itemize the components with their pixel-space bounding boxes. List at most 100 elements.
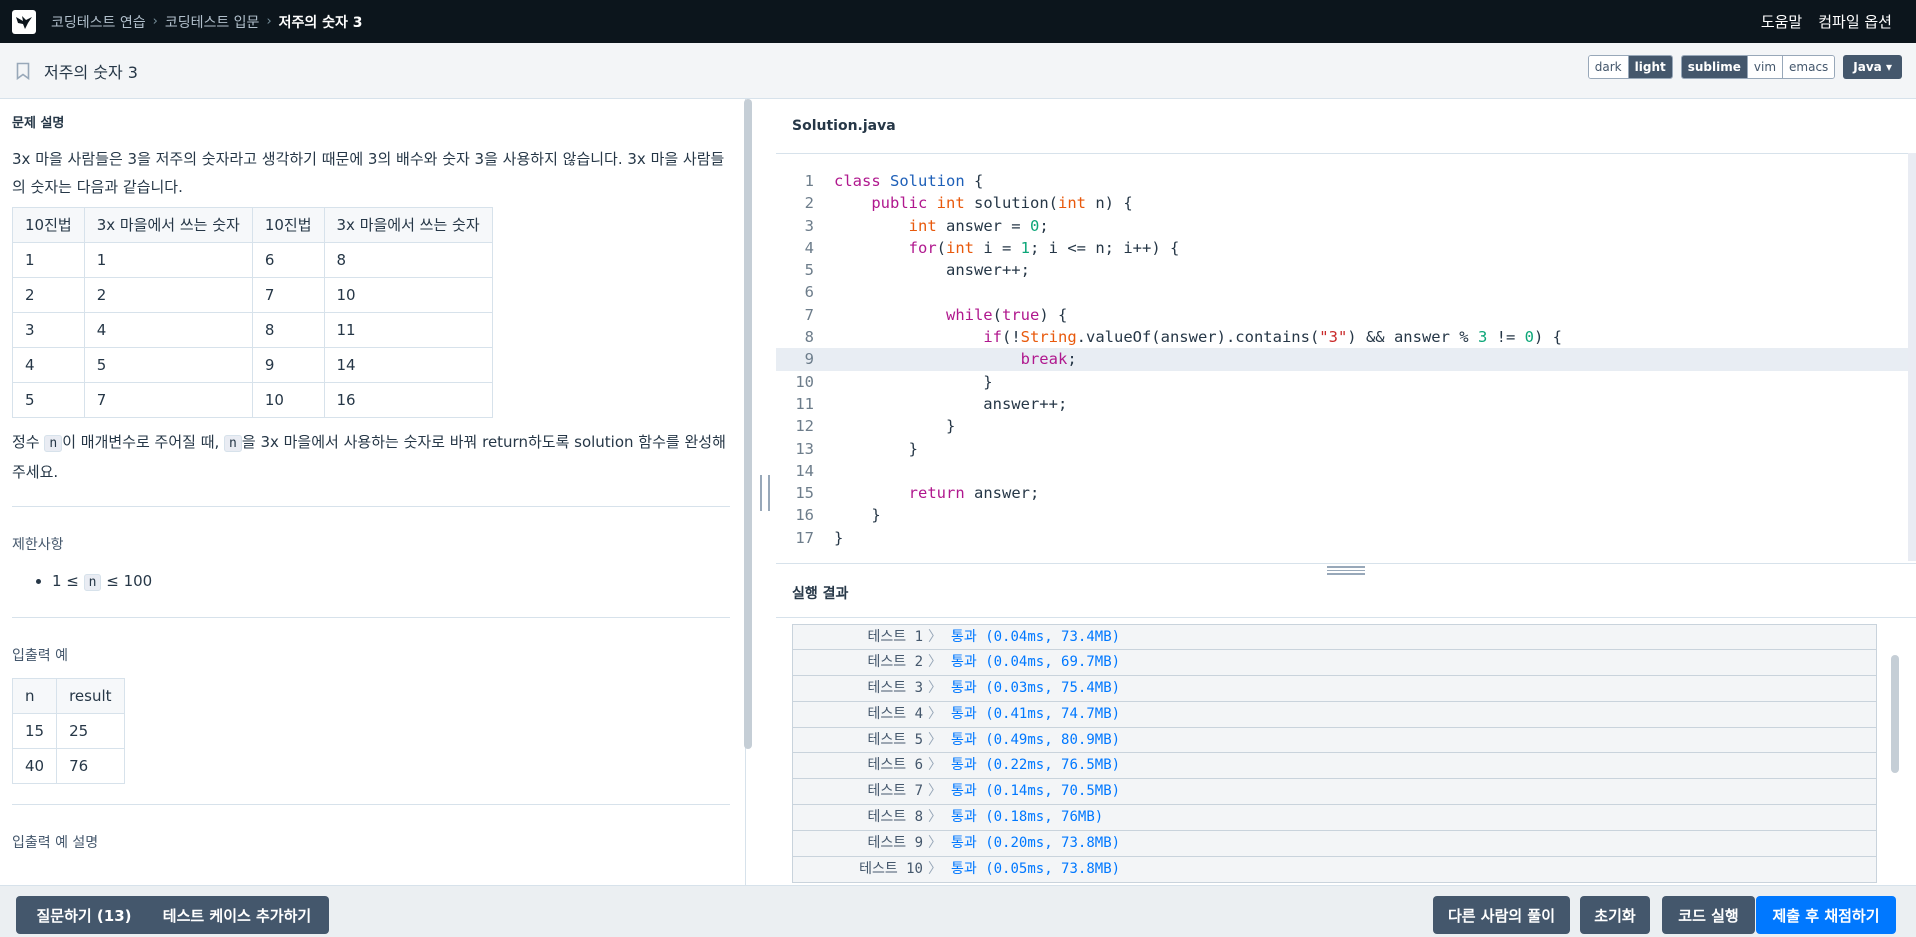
result-row: 테스트 10 〉 통과 (0.05ms, 73.8MB) [792, 857, 1877, 883]
conversion-table: 10진법 3x 마을에서 쓰는 숫자 10진법 3x 마을에서 쓰는 숫자 1 … [12, 207, 493, 418]
description-scrollbar[interactable] [744, 99, 752, 749]
line-number: 17 [795, 528, 814, 547]
chevron-right-icon: 〉 [928, 653, 942, 670]
code-line: 17} [776, 527, 1916, 549]
divider [12, 617, 730, 618]
problem-description[interactable]: 문제 설명 3x 마을 사람들은 3을 저주의 숫자라고 생각하기 때문에 3의… [0, 99, 746, 885]
chevron-right-icon: 〉 [928, 783, 942, 800]
table-cell: 5 [83, 347, 253, 383]
table-header: 10진법 [251, 207, 325, 243]
test-name: 테스트 10 [859, 861, 923, 878]
keymap-emacs-button[interactable]: emacs [1783, 56, 1835, 78]
table-cell: 4 [83, 312, 253, 348]
test-result: 통과 (0.18ms, 76MB) [951, 809, 1104, 826]
param-n: n [83, 574, 102, 591]
code-line: 5 answer++; [776, 259, 1916, 281]
test-result: 통과 (0.49ms, 80.9MB) [951, 731, 1121, 748]
test-result: 통과 (0.41ms, 74.7MB) [951, 705, 1121, 722]
table-cell: 1 [12, 242, 85, 278]
chevron-right-icon: 〉 [928, 757, 942, 774]
breadcrumb-practice[interactable]: 코딩테스트 연습 [51, 12, 146, 32]
task-statement: 정수 n이 매개변수로 주어질 때, n을 3x 마을에서 사용하는 숫자로 바… [12, 428, 728, 486]
table-row: 2 2 7 10 [12, 277, 493, 313]
table-row: 3 4 8 11 [12, 312, 493, 348]
test-result: 통과 (0.04ms, 69.7MB) [951, 653, 1121, 670]
chevron-right-icon: 〉 [928, 835, 942, 852]
task-text: 정수 [12, 433, 45, 451]
io-heading: 입출력 예 [12, 648, 68, 664]
table-cell: 2 [83, 277, 253, 313]
code-line: 7 while(true) { [776, 304, 1916, 326]
bookmark-icon[interactable] [16, 62, 30, 80]
result-row: 테스트 4 〉 통과 (0.41ms, 74.7MB) [792, 701, 1877, 728]
keymap-vim-button[interactable]: vim [1747, 56, 1784, 78]
test-name: 테스트 2 [867, 653, 924, 670]
theme-dark-button[interactable]: dark [1588, 56, 1629, 78]
add-test-case-button[interactable]: 테스트 케이스 추가하기 [145, 896, 329, 934]
code-line: 14 [776, 460, 1916, 482]
test-name: 테스트 6 [867, 757, 924, 774]
editor-scrollbar[interactable] [1908, 153, 1916, 561]
table-header: result [56, 678, 125, 714]
table-header: n [11, 678, 58, 714]
theme-light-button[interactable]: light [1628, 56, 1672, 78]
compile-options-link[interactable]: 컴파일 옵션 [1818, 11, 1892, 32]
test-result: 통과 (0.05ms, 73.8MB) [951, 861, 1121, 878]
test-name: 테스트 7 [867, 783, 924, 800]
table-cell: 40 [11, 748, 58, 784]
line-number: 9 [804, 350, 814, 369]
table-cell: 10 [323, 277, 493, 313]
line-number: 12 [795, 417, 814, 436]
ask-question-button[interactable]: 질문하기 (13) [16, 896, 152, 934]
limit-item: 1 ≤ n ≤ 100 [52, 567, 728, 597]
result-row: 테스트 6 〉 통과 (0.22ms, 76.5MB) [792, 753, 1877, 780]
chevron-right-icon: 〉 [928, 679, 942, 696]
test-name: 테스트 3 [867, 679, 924, 696]
help-link[interactable]: 도움말 [1761, 11, 1802, 32]
chevron-right-icon: 〉 [928, 629, 942, 645]
test-result: 통과 (0.22ms, 76.5MB) [951, 757, 1121, 774]
lesson-title: 저주의 숫자 3 [44, 62, 138, 82]
test-name: 테스트 4 [867, 705, 924, 722]
code-line: 10 } [776, 371, 1916, 393]
code-line: 13 } [776, 438, 1916, 460]
table-cell: 25 [56, 713, 125, 749]
description-intro: 3x 마을 사람들은 3을 저주의 숫자라고 생각하기 때문에 3의 배수와 숫… [12, 150, 725, 196]
limit-text: 1 ≤ [52, 572, 84, 590]
table-cell: 3 [12, 312, 85, 348]
others-solutions-button[interactable]: 다른 사람의 풀이 [1433, 896, 1570, 934]
reset-button[interactable]: 초기화 [1580, 896, 1650, 934]
table-cell: 11 [323, 312, 493, 348]
result-row: 테스트 2 〉 통과 (0.04ms, 69.7MB) [792, 649, 1877, 676]
limits-list: 1 ≤ n ≤ 100 [52, 567, 728, 597]
submit-button[interactable]: 제출 후 채점하기 [1756, 896, 1896, 934]
language-select[interactable]: Java ▾ [1843, 55, 1902, 79]
line-number: 6 [804, 283, 814, 302]
line-number: 8 [804, 328, 814, 347]
table-row: 4 5 9 14 [12, 347, 493, 383]
line-number: 13 [795, 439, 814, 458]
code-line: 4 for(int i = 1; i <= n; i++) { [776, 237, 1916, 259]
run-code-button[interactable]: 코드 실행 [1662, 896, 1755, 934]
code-line: 8 if(!String.valueOf(answer).contains("3… [776, 326, 1916, 348]
line-number: 2 [804, 194, 814, 213]
table-cell: 7 [83, 382, 253, 418]
theme-toggle: dark light [1587, 55, 1673, 79]
code-editor[interactable]: 1 class Solution { 2 public int solution(… [776, 170, 1916, 560]
results-heading: 실행 결과 [776, 568, 1916, 618]
code-line: 16 } [776, 504, 1916, 526]
keymap-sublime-button[interactable]: sublime [1681, 56, 1748, 78]
io-table: n result 15 25 40 76 [11, 678, 125, 784]
line-number: 14 [795, 461, 814, 480]
table-cell: 16 [323, 382, 493, 418]
pane-resize-handle[interactable] [760, 475, 770, 511]
breadcrumb-intro[interactable]: 코딩테스트 입문 [165, 12, 260, 32]
line-number: 4 [804, 238, 814, 257]
code-line: 1 class Solution { [776, 170, 1916, 192]
results-scrollbar[interactable] [1891, 655, 1899, 773]
table-cell: 4 [12, 347, 85, 383]
programmers-logo-icon[interactable] [12, 9, 36, 34]
chevron-right-icon: › [152, 14, 158, 29]
result-row: 테스트 1 〉 통과 (0.04ms, 73.4MB) [792, 624, 1877, 650]
result-row: 테스트 5 〉 통과 (0.49ms, 80.9MB) [792, 727, 1877, 754]
